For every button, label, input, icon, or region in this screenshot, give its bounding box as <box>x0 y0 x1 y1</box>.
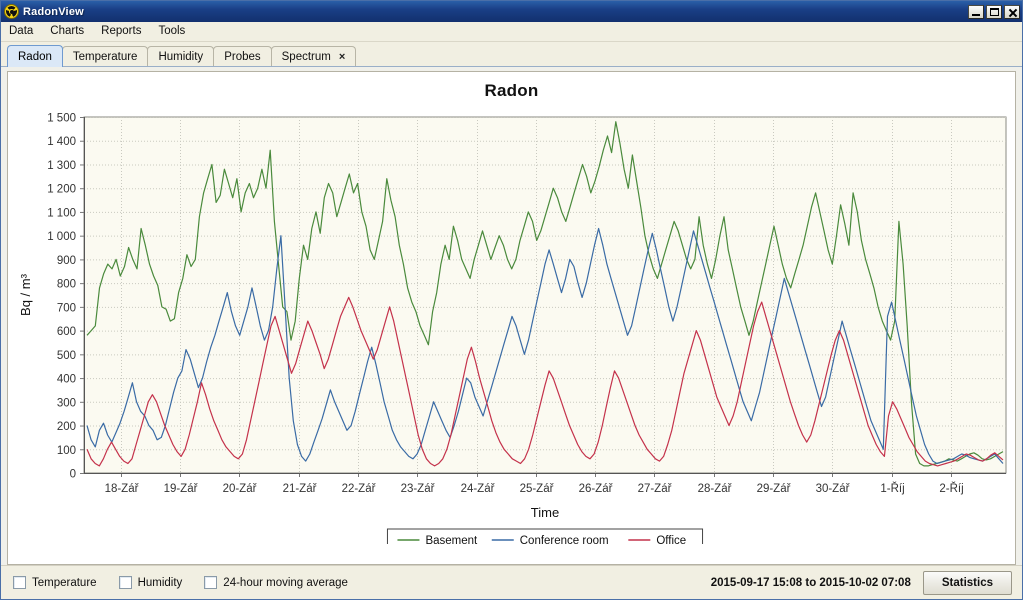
menu-bar: Data Charts Reports Tools <box>1 22 1022 42</box>
svg-text:1 200: 1 200 <box>47 184 76 196</box>
svg-text:18-Zář: 18-Zář <box>105 483 140 495</box>
tab-close-icon[interactable]: × <box>339 51 345 63</box>
svg-text:28-Zář: 28-Zář <box>698 483 733 495</box>
svg-text:24-Zář: 24-Zář <box>461 483 496 495</box>
svg-text:19-Zář: 19-Zář <box>164 483 199 495</box>
application-window: RadonView Data Charts Reports Tools Rado… <box>0 0 1023 600</box>
window-controls <box>968 4 1020 19</box>
svg-text:Time: Time <box>531 505 559 520</box>
radon-line-chart: 0 100 200 300 400 500 600 700 800 900 1 000 1 100 1 … <box>18 113 1007 544</box>
svg-text:0: 0 <box>70 469 76 481</box>
svg-text:26-Zář: 26-Zář <box>579 483 614 495</box>
menu-item-reports[interactable]: Reports <box>99 23 150 40</box>
tab-label: Temperature <box>72 51 138 63</box>
checkbox-temperature[interactable]: Temperature <box>13 576 97 589</box>
svg-text:30-Zář: 30-Zář <box>816 483 851 495</box>
date-range-text: 2015-09-17 15:08 to 2015-10-02 07:08 <box>710 576 911 589</box>
svg-text:900: 900 <box>57 255 76 267</box>
svg-text:25-Zář: 25-Zář <box>520 483 555 495</box>
chart-panel: Radon 0 100 200 300 400 500 600 700 800 900 1 000 1… <box>7 71 1016 565</box>
close-button[interactable] <box>1004 4 1020 19</box>
checkbox-box[interactable] <box>204 576 218 589</box>
svg-text:800: 800 <box>57 279 76 291</box>
svg-text:400: 400 <box>57 374 76 386</box>
checkbox-moving-average[interactable]: 24-hour moving average <box>204 576 348 589</box>
status-bar: Temperature Humidity 24-hour moving aver… <box>1 565 1022 599</box>
svg-text:20-Zář: 20-Zář <box>223 483 258 495</box>
svg-text:500: 500 <box>57 350 76 362</box>
checkbox-box[interactable] <box>13 576 26 589</box>
svg-text:22-Zář: 22-Zář <box>342 483 377 495</box>
chart-title: Radon <box>484 81 539 100</box>
checkbox-label: Temperature <box>32 576 97 589</box>
svg-text:Conference room: Conference room <box>520 535 609 544</box>
menu-item-charts[interactable]: Charts <box>48 23 93 40</box>
tab-radon[interactable]: Radon <box>7 45 63 67</box>
svg-text:1 100: 1 100 <box>47 207 76 219</box>
maximize-button[interactable] <box>986 4 1002 19</box>
menu-item-tools[interactable]: Tools <box>156 23 194 40</box>
statistics-button[interactable]: Statistics <box>922 570 1012 595</box>
svg-text:200: 200 <box>57 421 76 433</box>
radiation-trefoil-icon <box>4 4 19 19</box>
svg-text:1 300: 1 300 <box>47 160 76 172</box>
menu-item-data[interactable]: Data <box>7 23 42 40</box>
svg-text:600: 600 <box>57 326 76 338</box>
checkbox-humidity[interactable]: Humidity <box>118 576 183 589</box>
tab-label: Probes <box>224 51 261 63</box>
checkbox-label: Humidity <box>137 576 183 589</box>
svg-text:21-Zář: 21-Zář <box>283 483 318 495</box>
svg-text:1 500: 1 500 <box>47 113 76 125</box>
svg-text:300: 300 <box>57 397 76 409</box>
tab-label: Spectrum <box>281 51 331 63</box>
window-title: RadonView <box>23 5 84 18</box>
svg-text:Bq / m³: Bq / m³ <box>18 273 33 316</box>
svg-text:23-Zář: 23-Zář <box>401 483 436 495</box>
svg-text:29-Zář: 29-Zář <box>757 483 792 495</box>
svg-text:700: 700 <box>57 302 76 314</box>
tab-probes[interactable]: Probes <box>213 46 272 67</box>
svg-text:1-Říj: 1-Říj <box>880 482 904 495</box>
tab-strip: Radon Temperature Humidity Probes Spectr… <box>1 42 1022 67</box>
minimize-button[interactable] <box>968 4 984 19</box>
svg-text:1 000: 1 000 <box>47 231 76 243</box>
svg-text:Basement: Basement <box>425 535 478 544</box>
tab-label: Radon <box>18 50 52 63</box>
title-bar: RadonView <box>1 1 1022 22</box>
tab-spectrum[interactable]: Spectrum × <box>270 46 357 67</box>
svg-text:100: 100 <box>57 445 76 457</box>
svg-text:2-Říj: 2-Říj <box>939 482 963 495</box>
svg-text:Office: Office <box>656 535 686 544</box>
tab-temperature[interactable]: Temperature <box>61 46 149 67</box>
tab-label: Humidity <box>158 51 204 63</box>
tab-humidity[interactable]: Humidity <box>147 46 215 67</box>
svg-text:1 400: 1 400 <box>47 136 76 148</box>
checkbox-box[interactable] <box>118 576 132 589</box>
checkbox-label: 24-hour moving average <box>223 576 348 589</box>
svg-text:27-Zář: 27-Zář <box>638 483 673 495</box>
